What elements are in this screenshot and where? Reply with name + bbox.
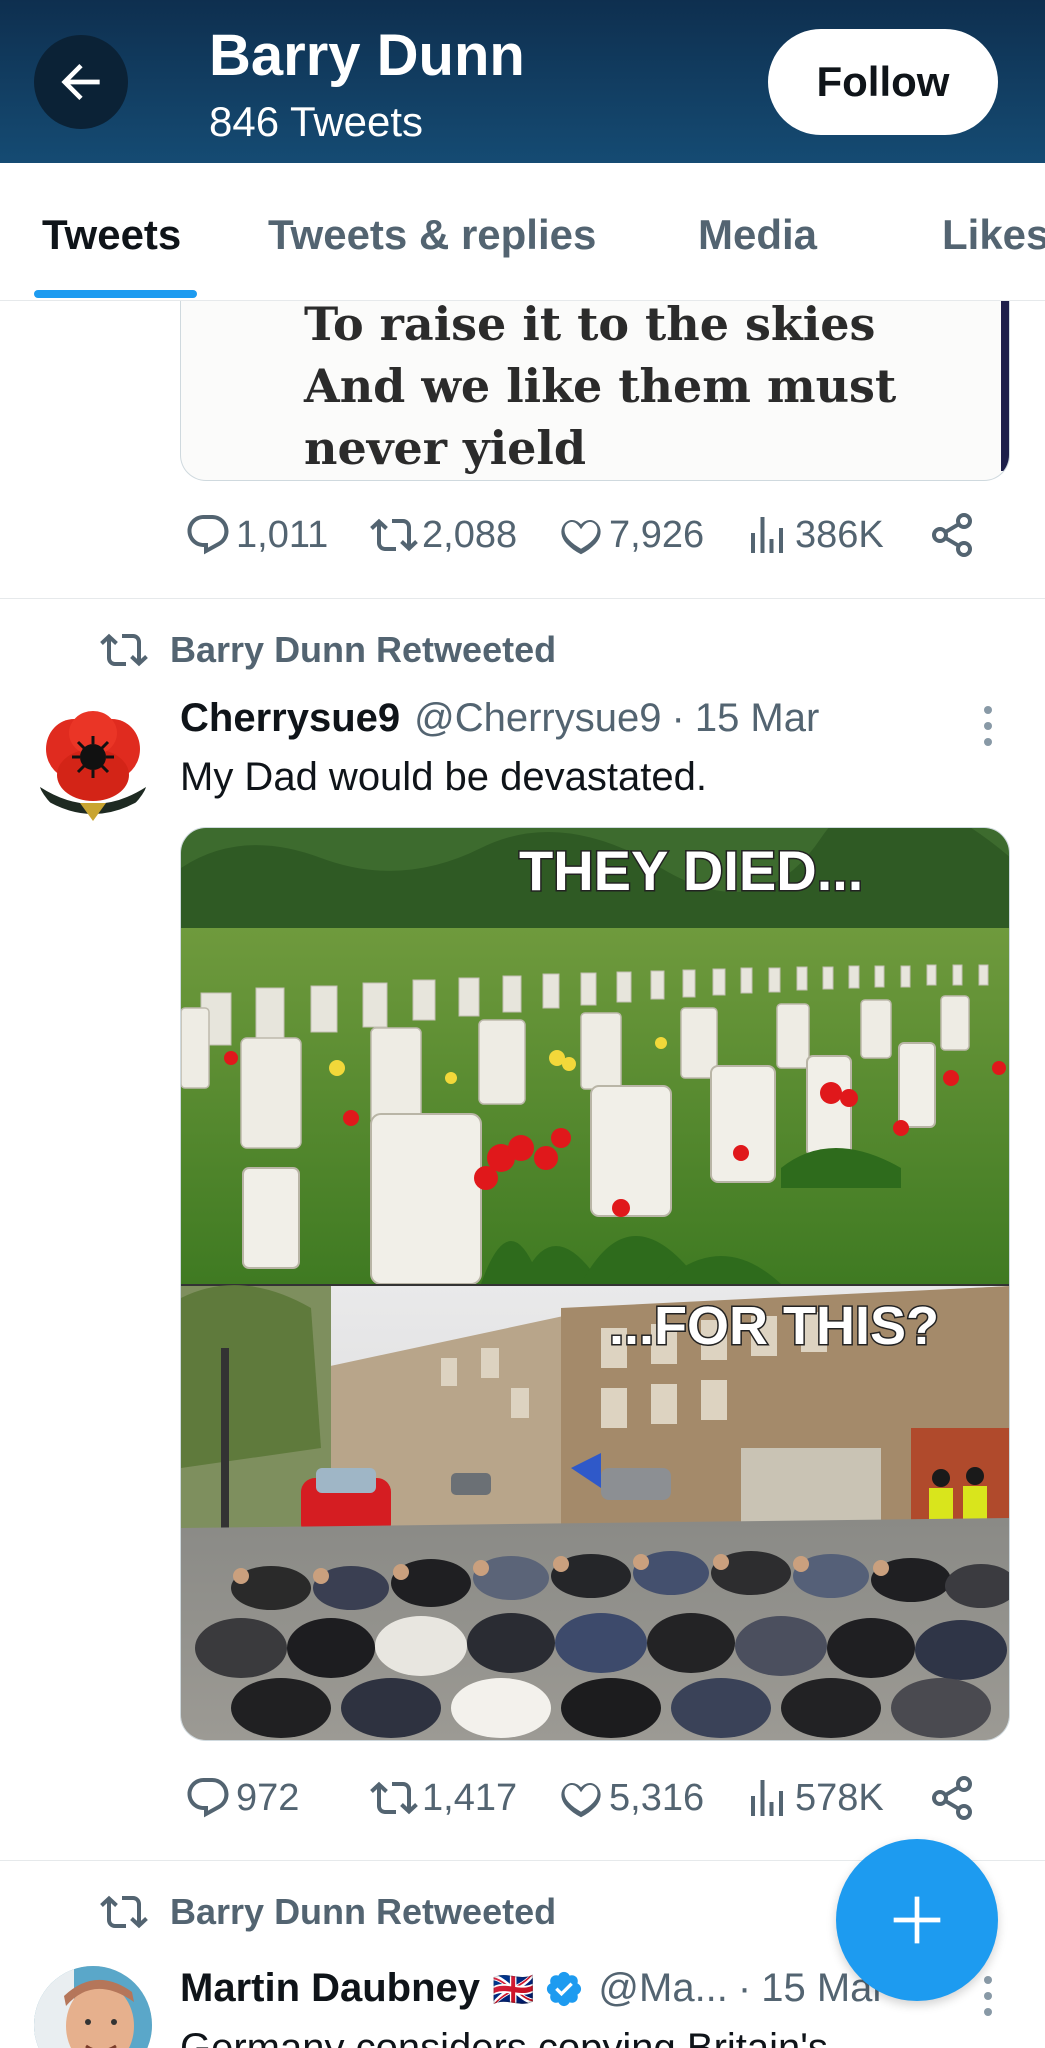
like-count: 7,926 xyxy=(609,513,705,556)
tweet-header: Martin Daubney 🇬🇧 @Ma... · 15 Mar xyxy=(180,1966,886,2011)
reply-icon xyxy=(187,1778,229,1818)
active-tab-indicator xyxy=(34,290,197,298)
retweet-label-text: Barry Dunn Retweeted xyxy=(170,629,557,670)
retweet-indicator: Barry Dunn Retweeted xyxy=(100,1888,556,1936)
share-button[interactable] xyxy=(928,1774,976,1822)
retweet-count: 2,088 xyxy=(422,513,518,556)
compose-plus-icon xyxy=(893,1896,941,1944)
retweet-button[interactable]: 1,417 xyxy=(370,1774,517,1822)
retweet-icon xyxy=(370,518,418,552)
reply-count: 972 xyxy=(236,1776,300,1819)
like-icon xyxy=(561,519,601,555)
tab-likes[interactable]: Likes xyxy=(942,211,1045,259)
profile-photo-icon xyxy=(34,1966,152,2048)
more-icon xyxy=(978,706,998,746)
tweet-actions: 1,011 2,088 7,926 386K xyxy=(180,511,1000,571)
retweet-indicator: Barry Dunn Retweeted xyxy=(100,626,556,674)
share-icon xyxy=(932,1776,972,1820)
retweet-icon xyxy=(370,1781,418,1815)
like-icon xyxy=(561,1782,601,1818)
retweet-count: 1,417 xyxy=(422,1776,518,1819)
follow-button[interactable]: Follow xyxy=(768,29,998,135)
like-button[interactable]: 5,316 xyxy=(557,1774,704,1822)
views-icon xyxy=(751,1780,783,1816)
tweet-date[interactable]: 15 Mar xyxy=(695,696,820,741)
retweet-button[interactable]: 2,088 xyxy=(370,511,517,559)
tweet-header: Cherrysue9 @Cherrysue9 · 15 Mar xyxy=(180,696,819,741)
reply-button[interactable]: 1,011 xyxy=(184,511,328,559)
like-count: 5,316 xyxy=(609,1776,705,1819)
reply-button[interactable]: 972 xyxy=(184,1774,299,1822)
uk-flag-icon: 🇬🇧 xyxy=(492,1971,535,2009)
separator-dot: · xyxy=(671,696,685,740)
like-button[interactable]: 7,926 xyxy=(557,511,704,559)
tab-media[interactable]: Media xyxy=(698,211,817,259)
profile-name: Barry Dunn xyxy=(209,23,525,88)
compose-tweet-button[interactable] xyxy=(836,1839,998,2001)
more-icon xyxy=(978,1976,998,2016)
image-text-line: never yield xyxy=(304,421,587,475)
image-border-rule xyxy=(1001,301,1009,471)
tweet-text: My Dad would be devastated. xyxy=(180,755,707,799)
view-count: 386K xyxy=(795,513,884,556)
author-name[interactable]: Cherrysue9 xyxy=(180,696,400,741)
avatar[interactable] xyxy=(34,703,152,821)
tab-tweets[interactable]: Tweets xyxy=(42,211,181,259)
tab-tweets-replies[interactable]: Tweets & replies xyxy=(268,211,596,259)
profile-tabs: Tweets Tweets & replies Media Likes xyxy=(0,163,1045,301)
share-icon xyxy=(932,513,972,557)
avatar[interactable] xyxy=(34,1966,152,2048)
profile-header: Barry Dunn 846 Tweets Follow xyxy=(0,0,1045,163)
poppy-avatar-icon xyxy=(34,703,152,821)
image-text-line: To raise it to the skies xyxy=(304,301,876,351)
views-button[interactable]: 578K xyxy=(743,1774,884,1822)
previous-tweet-image[interactable]: To raise it to the skies And we like the… xyxy=(180,301,1010,481)
meme-bottom-caption: ...FOR THIS? xyxy=(609,1296,939,1356)
back-button[interactable] xyxy=(34,35,128,129)
retweet-label-text: Barry Dunn Retweeted xyxy=(170,1891,557,1932)
author-handle[interactable]: @Ma... xyxy=(598,1966,728,2011)
reply-icon xyxy=(187,515,229,555)
tweet-actions: 972 1,417 5,316 578K xyxy=(180,1774,1000,1834)
tweet-image[interactable]: THEY DIED... ...FOR THIS? xyxy=(180,827,1010,1741)
author-name[interactable]: Martin Daubney xyxy=(180,1966,480,2011)
meme-top-caption: THEY DIED... xyxy=(519,839,863,902)
share-button[interactable] xyxy=(928,511,976,559)
author-handle[interactable]: @Cherrysue9 xyxy=(414,696,661,741)
more-button[interactable] xyxy=(978,706,998,754)
verified-icon xyxy=(547,1971,582,2006)
reply-count: 1,011 xyxy=(236,513,329,556)
meme-graphic: THEY DIED... ...FOR THIS? xyxy=(181,828,1009,1740)
retweet-icon xyxy=(100,1895,148,1929)
tweet-count: 846 Tweets xyxy=(209,98,424,145)
image-text-line: And we like them must xyxy=(304,359,897,413)
views-icon xyxy=(751,517,783,553)
view-count: 578K xyxy=(795,1776,884,1819)
retweet-icon xyxy=(100,633,148,667)
views-button[interactable]: 386K xyxy=(743,511,884,559)
back-arrow-icon xyxy=(61,64,100,100)
separator-dot: · xyxy=(737,1966,752,2010)
tweet-text: Germany considers copying Britain's xyxy=(180,2026,828,2048)
tweet-divider xyxy=(0,598,1045,599)
more-button[interactable] xyxy=(978,1976,998,2024)
